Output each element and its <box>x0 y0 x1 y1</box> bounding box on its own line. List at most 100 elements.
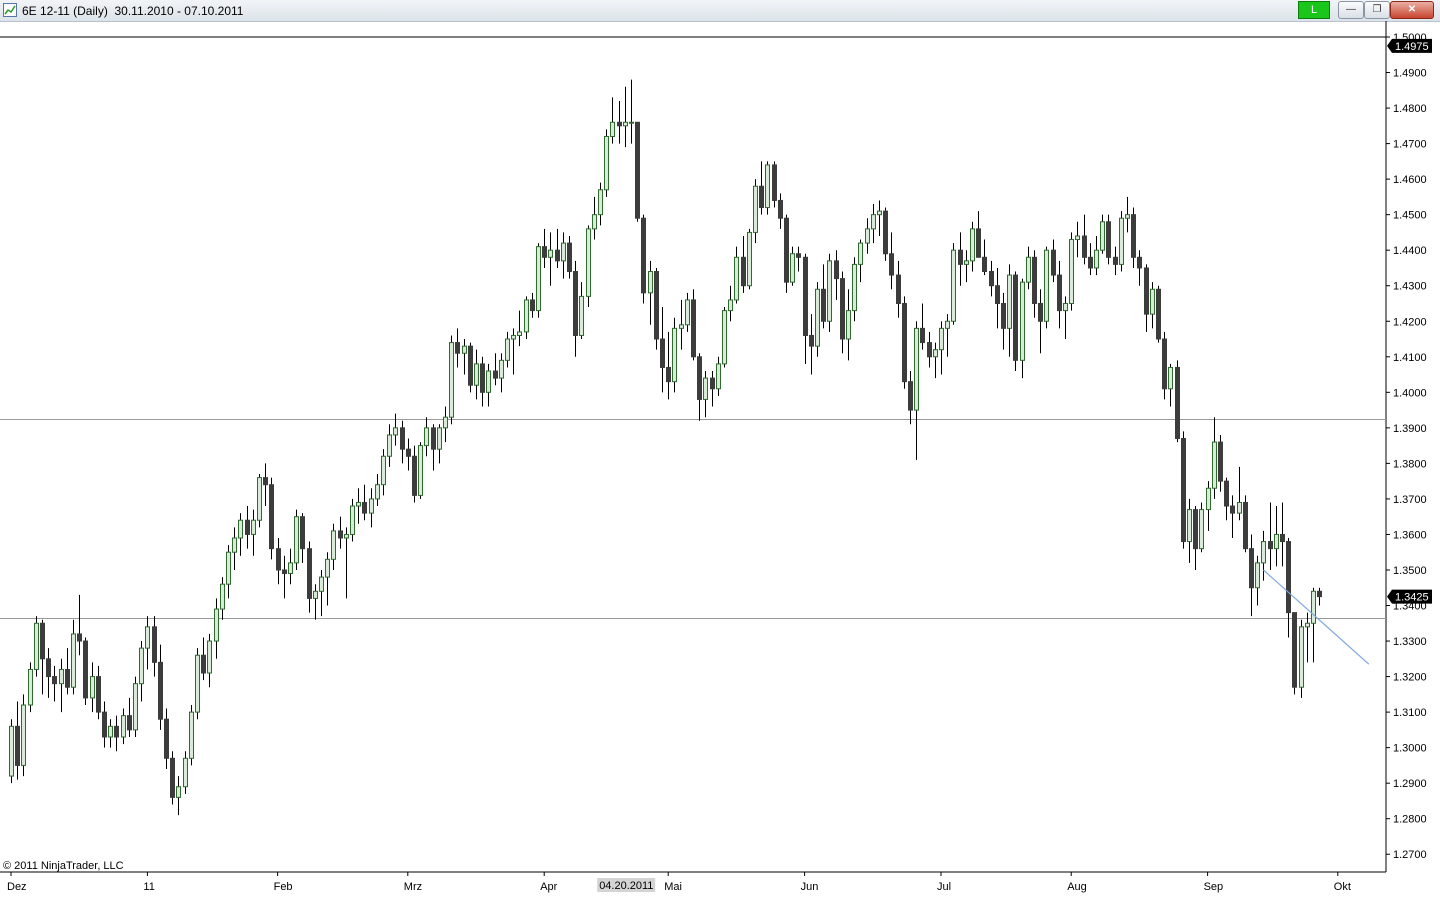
candle <box>530 292 535 318</box>
candle <box>480 356 485 407</box>
candle-body-up <box>951 249 956 322</box>
candle-body-up <box>524 299 529 333</box>
candle <box>183 751 188 794</box>
candle-body-down <box>455 342 460 354</box>
candle-body-down <box>1181 438 1186 543</box>
candle <box>338 516 343 549</box>
candle <box>871 204 876 244</box>
candle-body-up <box>418 445 423 496</box>
candle-body-down <box>641 217 646 294</box>
candle <box>970 221 975 272</box>
candle <box>499 353 504 393</box>
candle-body-up <box>226 551 231 585</box>
candle <box>809 314 814 375</box>
candle <box>158 644 163 730</box>
candle-body-up <box>21 704 26 766</box>
candle-body-down <box>1038 302 1043 322</box>
candle <box>1007 264 1012 357</box>
candle-body-up <box>747 231 752 287</box>
candle-body-up <box>734 256 739 301</box>
candle-body-down <box>40 622 45 660</box>
copyright-text: © 2011 NinjaTrader, LLC <box>3 860 124 872</box>
candle-body-up <box>424 427 429 447</box>
candle <box>561 232 566 279</box>
trendline-layer[interactable] <box>1263 569 1370 665</box>
candle-body-down <box>889 253 894 276</box>
candle-body-down <box>201 654 206 674</box>
candle-body-down <box>282 569 287 575</box>
candle-body-up <box>176 786 181 798</box>
time-axis[interactable]: Dez 11 Feb Mrz Apr Mai Jun Jul Aug Sep Okt 04.20.20… <box>7 872 1351 893</box>
close-button[interactable]: ✕ <box>1390 1 1434 19</box>
candle <box>734 246 739 304</box>
candle <box>1206 481 1211 531</box>
candle-body-up <box>722 310 727 365</box>
candle <box>294 509 299 570</box>
candle-body-up <box>871 214 876 230</box>
maximize-button[interactable]: ❐ <box>1364 1 1390 19</box>
candle <box>654 267 659 350</box>
candle <box>493 353 498 386</box>
candle <box>362 484 367 521</box>
candle <box>803 253 808 364</box>
candle <box>1305 612 1310 663</box>
candle-body-up <box>356 501 361 507</box>
candle-body-up <box>1299 626 1304 688</box>
window-title: 6E 12-11 (Daily) 30.11.2010 - 07.10.2011 <box>22 4 244 18</box>
candle-body-down <box>431 427 436 450</box>
price-tick-label: 1.2800 <box>1393 814 1427 826</box>
candle-body-up <box>964 260 969 265</box>
candle <box>381 449 386 496</box>
price-tick-label: 1.3800 <box>1393 458 1427 470</box>
candle-body-down <box>1162 338 1167 390</box>
candle <box>660 307 665 393</box>
candle <box>505 331 510 368</box>
candle-body-down <box>1249 548 1254 589</box>
candle-body-up <box>1212 441 1217 489</box>
candle <box>821 264 826 329</box>
candle <box>672 317 677 393</box>
price-axis[interactable]: 1.50001.49001.48001.47001.46001.45001.44… <box>1386 32 1432 861</box>
candle-body-down <box>821 288 826 322</box>
price-chart[interactable]: 1.50001.49001.48001.47001.46001.45001.44… <box>0 21 1440 900</box>
minimize-button[interactable]: — <box>1338 1 1364 19</box>
candle-body-up <box>59 668 64 685</box>
candle-body-down <box>164 718 169 759</box>
time-tick-label: Feb <box>274 881 293 893</box>
candle-body-up <box>220 583 225 610</box>
candle-body-up <box>393 427 398 436</box>
time-tick-label: Okt <box>1334 881 1351 893</box>
candle <box>722 307 727 368</box>
candle-body-down <box>96 676 101 713</box>
candle-body-up <box>28 668 33 706</box>
candle-body-up <box>728 299 733 312</box>
candle <box>617 100 622 144</box>
candle-body-down <box>1280 533 1285 543</box>
candle <box>96 665 101 720</box>
candle-body-down <box>741 256 746 287</box>
candle-body-up <box>865 228 870 244</box>
candle <box>468 342 473 393</box>
candle <box>1299 619 1304 698</box>
candle <box>858 239 863 283</box>
candle <box>282 555 287 599</box>
candle-body-down <box>1286 541 1291 614</box>
candle-body-up <box>1075 235 1080 241</box>
candle-body-down <box>1268 541 1273 550</box>
candle-body-up <box>945 320 950 329</box>
candle <box>251 509 256 556</box>
candle <box>902 296 907 389</box>
connection-status-badge[interactable]: L <box>1298 1 1330 19</box>
candle-body-down <box>1175 366 1180 440</box>
candle-body-down <box>654 271 659 340</box>
candle <box>951 243 956 325</box>
candle-body-up <box>449 342 454 418</box>
candle <box>238 513 243 556</box>
price-tick-label: 1.3000 <box>1393 743 1427 755</box>
candle <box>455 328 460 368</box>
price-tick-label: 1.3600 <box>1393 529 1427 541</box>
candle-body-up <box>462 345 467 354</box>
candle-body-up <box>195 654 200 713</box>
candle-body-down <box>542 246 547 258</box>
horizontal-lines[interactable] <box>0 419 1386 619</box>
